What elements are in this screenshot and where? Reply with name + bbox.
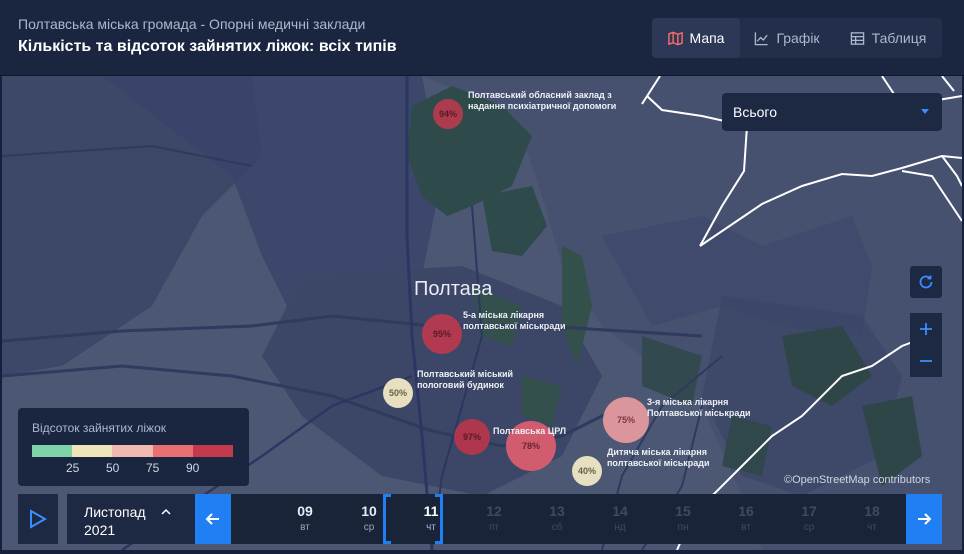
year-label: 2021: [84, 522, 116, 538]
legend-swatch: [32, 445, 73, 457]
svg-text:50%: 50%: [389, 388, 407, 398]
zoom-controls: [910, 313, 942, 377]
svg-text:97%: 97%: [463, 432, 481, 442]
day-item[interactable]: 16 вт: [716, 494, 776, 544]
tab-table[interactable]: Таблиця: [834, 18, 942, 58]
hospital-marker-psychiatric[interactable]: 94%: [433, 99, 463, 129]
legend-tick: 75: [146, 461, 160, 475]
legend-swatch: [72, 445, 113, 457]
legend-tick: 90: [186, 461, 200, 475]
bed-type-select[interactable]: Всього: [722, 93, 942, 131]
day-item[interactable]: 15 пн: [653, 494, 713, 544]
play-button[interactable]: [18, 494, 58, 544]
svg-text:40%: 40%: [578, 466, 596, 476]
day-item[interactable]: 18 чт: [842, 494, 902, 544]
legend: Відсоток зайнятих ліжок 25 50 75 90: [18, 408, 249, 486]
hospital-marker-children[interactable]: 40%: [572, 456, 602, 486]
legend-swatch: [192, 445, 234, 457]
month-label: Листопад: [84, 504, 146, 520]
hospital-label-psychiatric: Полтавський обласний заклад з надання пс…: [468, 90, 617, 111]
refresh-icon: [919, 275, 933, 289]
tab-map-label: Мапа: [689, 30, 725, 46]
tab-chart[interactable]: Графік: [740, 18, 834, 58]
day-item[interactable]: 17 ср: [779, 494, 839, 544]
page-title: Кількість та відсоток зайнятих ліжок: вс…: [18, 38, 397, 55]
view-tabs: Мапа Графік Таблиця: [652, 18, 942, 58]
tab-map[interactable]: Мапа: [652, 18, 740, 58]
hospital-label-maternity: Полтавський міський пологовий будинок: [417, 369, 514, 390]
zoom-out-button[interactable]: [910, 345, 942, 377]
legend-tick: 25: [66, 461, 80, 475]
day-item[interactable]: 13 сб: [527, 494, 587, 544]
bed-type-select-value: Всього: [733, 104, 778, 120]
day-strip: 09 вт 10 ср 11 чт 12 пт 13 сб 14 нд 15 пн 16 вт …: [231, 494, 906, 544]
svg-text:75%: 75%: [617, 415, 635, 425]
prev-day-button[interactable]: [195, 494, 231, 544]
legend-tick: 50: [106, 461, 120, 475]
next-day-button[interactable]: [906, 494, 942, 544]
day-item[interactable]: 12 пт: [464, 494, 524, 544]
play-icon: [30, 509, 47, 529]
day-item[interactable]: 14 нд: [590, 494, 650, 544]
tab-table-label: Таблиця: [871, 30, 927, 46]
svg-text:95%: 95%: [433, 329, 451, 339]
hospital-marker-3rd[interactable]: 75%: [603, 397, 649, 443]
day-item[interactable]: 09 вт: [275, 494, 335, 544]
reset-view-button[interactable]: [910, 266, 942, 298]
tab-chart-label: Графік: [776, 30, 820, 46]
plus-icon: [920, 323, 932, 335]
legend-swatch: [152, 445, 193, 457]
arrow-right-icon: [918, 513, 932, 525]
minus-icon: [920, 360, 932, 362]
svg-text:78%: 78%: [522, 441, 540, 451]
legend-swatch: [112, 445, 153, 457]
month-selector[interactable]: Листопад 2021: [67, 494, 195, 544]
current-day-frame: [383, 494, 443, 544]
svg-text:94%: 94%: [439, 109, 457, 119]
zoom-in-button[interactable]: [910, 313, 942, 345]
line-chart-icon: [755, 31, 769, 45]
legend-title: Відсоток зайнятих ліжок: [32, 421, 166, 435]
arrow-left-icon: [205, 513, 219, 525]
hospital-marker-maternity[interactable]: 50%: [383, 378, 413, 408]
header: Полтавська міська громада - Опорні медич…: [0, 0, 964, 76]
map-attribution: ©OpenStreetMap contributors: [784, 474, 931, 486]
chevron-up-icon: [161, 508, 171, 515]
table-icon: [850, 31, 864, 45]
hospital-label-crl: Полтавська ЦРЛ: [493, 426, 567, 436]
hospital-label-children: Дитяча міська лікарня полтавської міськр…: [607, 447, 710, 468]
hospital-label-5th: 5-а міська лікарня полтавської міськради: [463, 310, 566, 331]
hospital-marker-crl[interactable]: 97%: [454, 419, 490, 455]
hospital-label-3rd: 3-я міська лікарня Полтавської міськради: [647, 397, 751, 418]
caret-down-icon: [921, 109, 929, 114]
map-icon: [667, 31, 683, 45]
legend-color-scale: [32, 445, 234, 457]
page-subtitle: Полтавська міська громада - Опорні медич…: [18, 16, 366, 32]
timeline: Листопад 2021 09 вт 10 ср 11 чт 12 пт 13 сб 1…: [18, 494, 942, 544]
hospital-marker-5th[interactable]: 95%: [422, 314, 462, 354]
